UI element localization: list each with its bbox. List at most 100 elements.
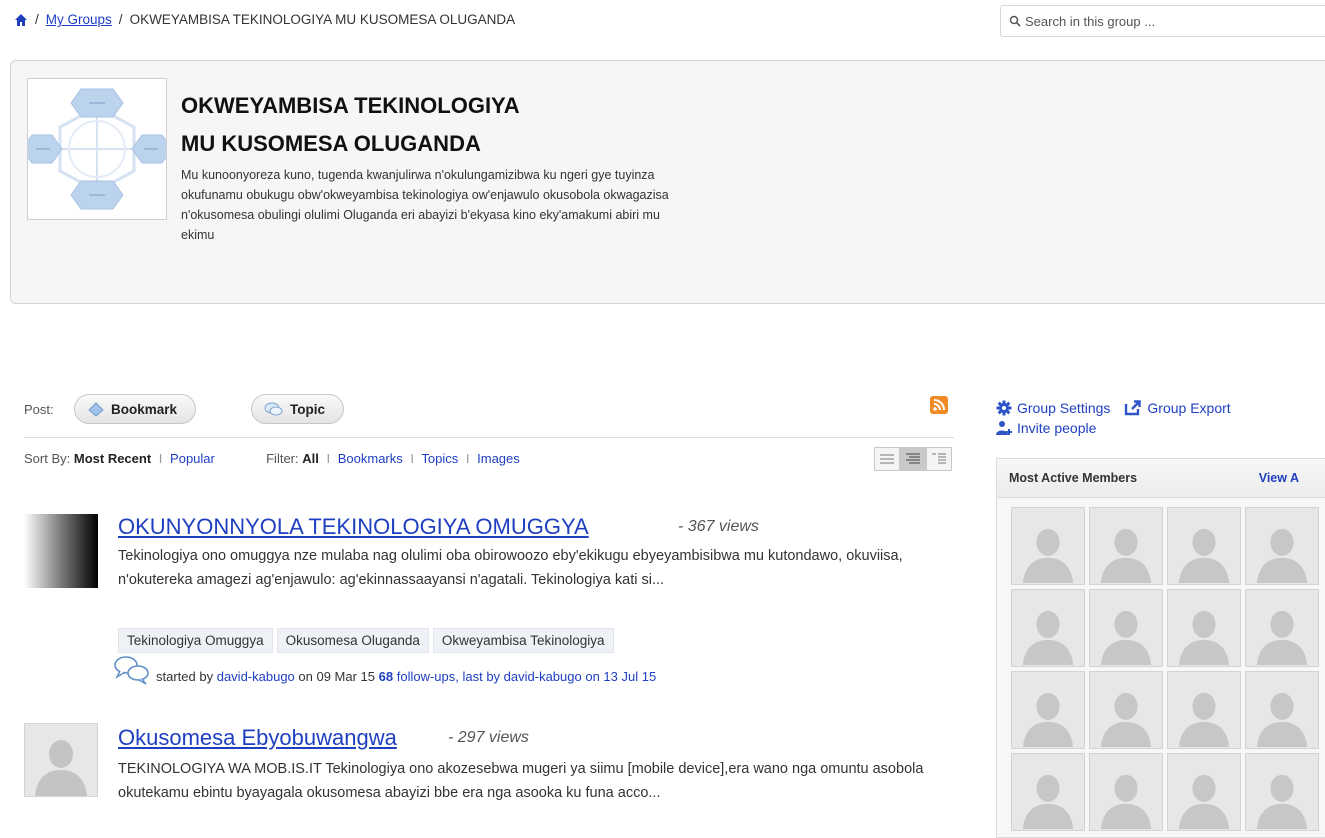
default-avatar-icon: [1100, 528, 1152, 583]
post-bookmark-label: Bookmark: [111, 401, 178, 417]
view-all-members-link[interactable]: View A: [1259, 471, 1323, 485]
member-avatar[interactable]: [1089, 671, 1163, 749]
member-avatar[interactable]: [1167, 507, 1241, 585]
members-grid: [1011, 507, 1319, 831]
group-export-link[interactable]: Group Export: [1124, 400, 1231, 416]
avatar[interactable]: [24, 723, 98, 797]
default-avatar-icon: [1022, 610, 1074, 665]
list-view-icon[interactable]: [874, 447, 900, 471]
comments-icon: [114, 656, 149, 685]
default-avatar-icon: [1256, 692, 1308, 747]
post-excerpt: Tekinologiya ono omuggya nze mulaba nag …: [118, 548, 903, 588]
member-avatar[interactable]: [1011, 753, 1085, 831]
default-avatar-icon: [35, 740, 87, 796]
post-title-text: Okusomesa Ebyobuwangwa: [118, 725, 397, 750]
tag[interactable]: Tekinologiya Omuggya: [118, 628, 273, 653]
group-description: Mu kunoonyoreza kuno, tugenda kwanjulirw…: [181, 168, 669, 242]
breadcrumb-separator: /: [118, 12, 123, 27]
default-avatar-icon: [1022, 528, 1074, 583]
member-avatar[interactable]: [1245, 753, 1319, 831]
post-views: - 367 views: [678, 518, 759, 535]
post-topic-button[interactable]: Topic: [251, 394, 344, 424]
followups-link[interactable]: follow-ups, last by david-kabugo on 13 J…: [397, 669, 656, 684]
breadcrumb-current: OKWEYAMBISA TEKINOLOGIYA MU KUSOMESA OLU…: [129, 12, 516, 27]
filter-bookmarks-link[interactable]: Bookmarks: [338, 451, 403, 466]
member-avatar[interactable]: [1245, 589, 1319, 667]
breadcrumb-separator: /: [35, 12, 39, 27]
post-title-link[interactable]: OKUNYONNYOLA TEKINOLOGIYA OMUGGYA: [118, 514, 589, 540]
group-settings-label: Group Settings: [1017, 400, 1111, 416]
view-mode-toggle: [874, 447, 952, 471]
default-avatar-icon: [1100, 774, 1152, 829]
filter-images-link[interactable]: Images: [477, 451, 520, 466]
separator: I: [465, 451, 470, 466]
member-avatar[interactable]: [1245, 507, 1319, 585]
post-title-link[interactable]: Okusomesa Ebyobuwangwa: [118, 725, 397, 751]
group-title: OKWEYAMBISA TEKINOLOGIYA MU KUSOMESA OLU…: [181, 87, 701, 163]
member-avatar[interactable]: [1167, 753, 1241, 831]
sort-label: Sort By:: [24, 451, 71, 466]
default-avatar-icon: [1100, 692, 1152, 747]
post-toolbar: Post: Bookmark Topic: [24, 394, 954, 424]
home-icon[interactable]: [14, 13, 28, 27]
post-date: on 09 Mar 15: [298, 669, 376, 684]
top-bar: / My Groups / OKWEYAMBISA TEKINOLOGIYA M…: [0, 0, 1325, 44]
sort-popular-link[interactable]: Popular: [170, 451, 215, 466]
detail-view-icon[interactable]: [900, 447, 926, 471]
started-by-text: started by: [156, 669, 214, 684]
topic-icon: [264, 402, 283, 416]
compact-view-icon[interactable]: [926, 447, 952, 471]
member-avatar[interactable]: [1011, 507, 1085, 585]
post-title-text: OKUNYONNYOLA TEKINOLOGIYA OMUGGYA: [118, 514, 589, 539]
group-settings-link[interactable]: Group Settings: [996, 400, 1110, 416]
invite-people-link[interactable]: Invite people: [996, 420, 1096, 436]
search-placeholder: Search in this group ...: [1025, 13, 1156, 29]
most-active-members-panel: Most Active Members View A: [996, 458, 1325, 838]
default-avatar-icon: [1178, 610, 1230, 665]
gear-icon: [996, 400, 1012, 416]
followups-count[interactable]: 68: [379, 669, 393, 684]
search-icon: [1009, 15, 1021, 27]
bookmark-icon: [88, 402, 104, 417]
default-avatar-icon: [1178, 774, 1230, 829]
separator: I: [326, 451, 331, 466]
tag[interactable]: Okweyambisa Tekinologiya: [432, 628, 614, 653]
default-avatar-icon: [1256, 610, 1308, 665]
sort-most-recent[interactable]: Most Recent: [74, 451, 151, 466]
filter-all[interactable]: All: [302, 451, 319, 466]
group-header: OKWEYAMBISA TEKINOLOGIYA MU KUSOMESA OLU…: [10, 60, 1325, 304]
group-diagram-image: [21, 79, 173, 219]
default-avatar-icon: [1022, 692, 1074, 747]
post-label: Post:: [24, 402, 54, 417]
group-title-line2: MU KUSOMESA OLUGANDA: [181, 131, 481, 156]
member-avatar[interactable]: [1167, 589, 1241, 667]
member-avatar[interactable]: [1089, 507, 1163, 585]
member-avatar[interactable]: [1167, 671, 1241, 749]
member-avatar[interactable]: [1089, 753, 1163, 831]
rss-feed-icon[interactable]: [930, 396, 948, 414]
members-panel-header: Most Active Members View A: [997, 459, 1325, 498]
search-input[interactable]: Search in this group ...: [1000, 5, 1325, 37]
member-avatar[interactable]: [1089, 589, 1163, 667]
default-avatar-icon: [1178, 692, 1230, 747]
post-author-link[interactable]: david-kabugo: [217, 669, 295, 684]
member-avatar[interactable]: [1245, 671, 1319, 749]
post-bookmark-button[interactable]: Bookmark: [74, 394, 197, 424]
tag[interactable]: Okusomesa Oluganda: [276, 628, 429, 653]
post-excerpt: TEKINOLOGIYA WA MOB.IS.IT Tekinologiya o…: [118, 761, 924, 801]
breadcrumb: / My Groups / OKWEYAMBISA TEKINOLOGIYA M…: [14, 12, 515, 27]
toolbar-divider: [24, 437, 954, 438]
breadcrumb-my-groups-link[interactable]: My Groups: [46, 12, 112, 27]
post-tags: Tekinologiya Omuggya Okusomesa Oluganda …: [118, 628, 614, 653]
post-thumbnail[interactable]: [24, 514, 98, 588]
add-user-icon: [996, 421, 1012, 435]
members-panel-title: Most Active Members: [1009, 471, 1138, 485]
member-avatar[interactable]: [1011, 671, 1085, 749]
filter-topics-link[interactable]: Topics: [421, 451, 458, 466]
post-item: OKUNYONNYOLA TEKINOLOGIYA OMUGGYA - 367 …: [24, 514, 964, 685]
post-item: Okusomesa Ebyobuwangwa - 297 views TEKIN…: [24, 723, 964, 835]
invite-people-label: Invite people: [1017, 420, 1097, 436]
separator: I: [410, 451, 415, 466]
member-avatar[interactable]: [1011, 589, 1085, 667]
group-title-line1: OKWEYAMBISA TEKINOLOGIYA: [181, 93, 520, 118]
